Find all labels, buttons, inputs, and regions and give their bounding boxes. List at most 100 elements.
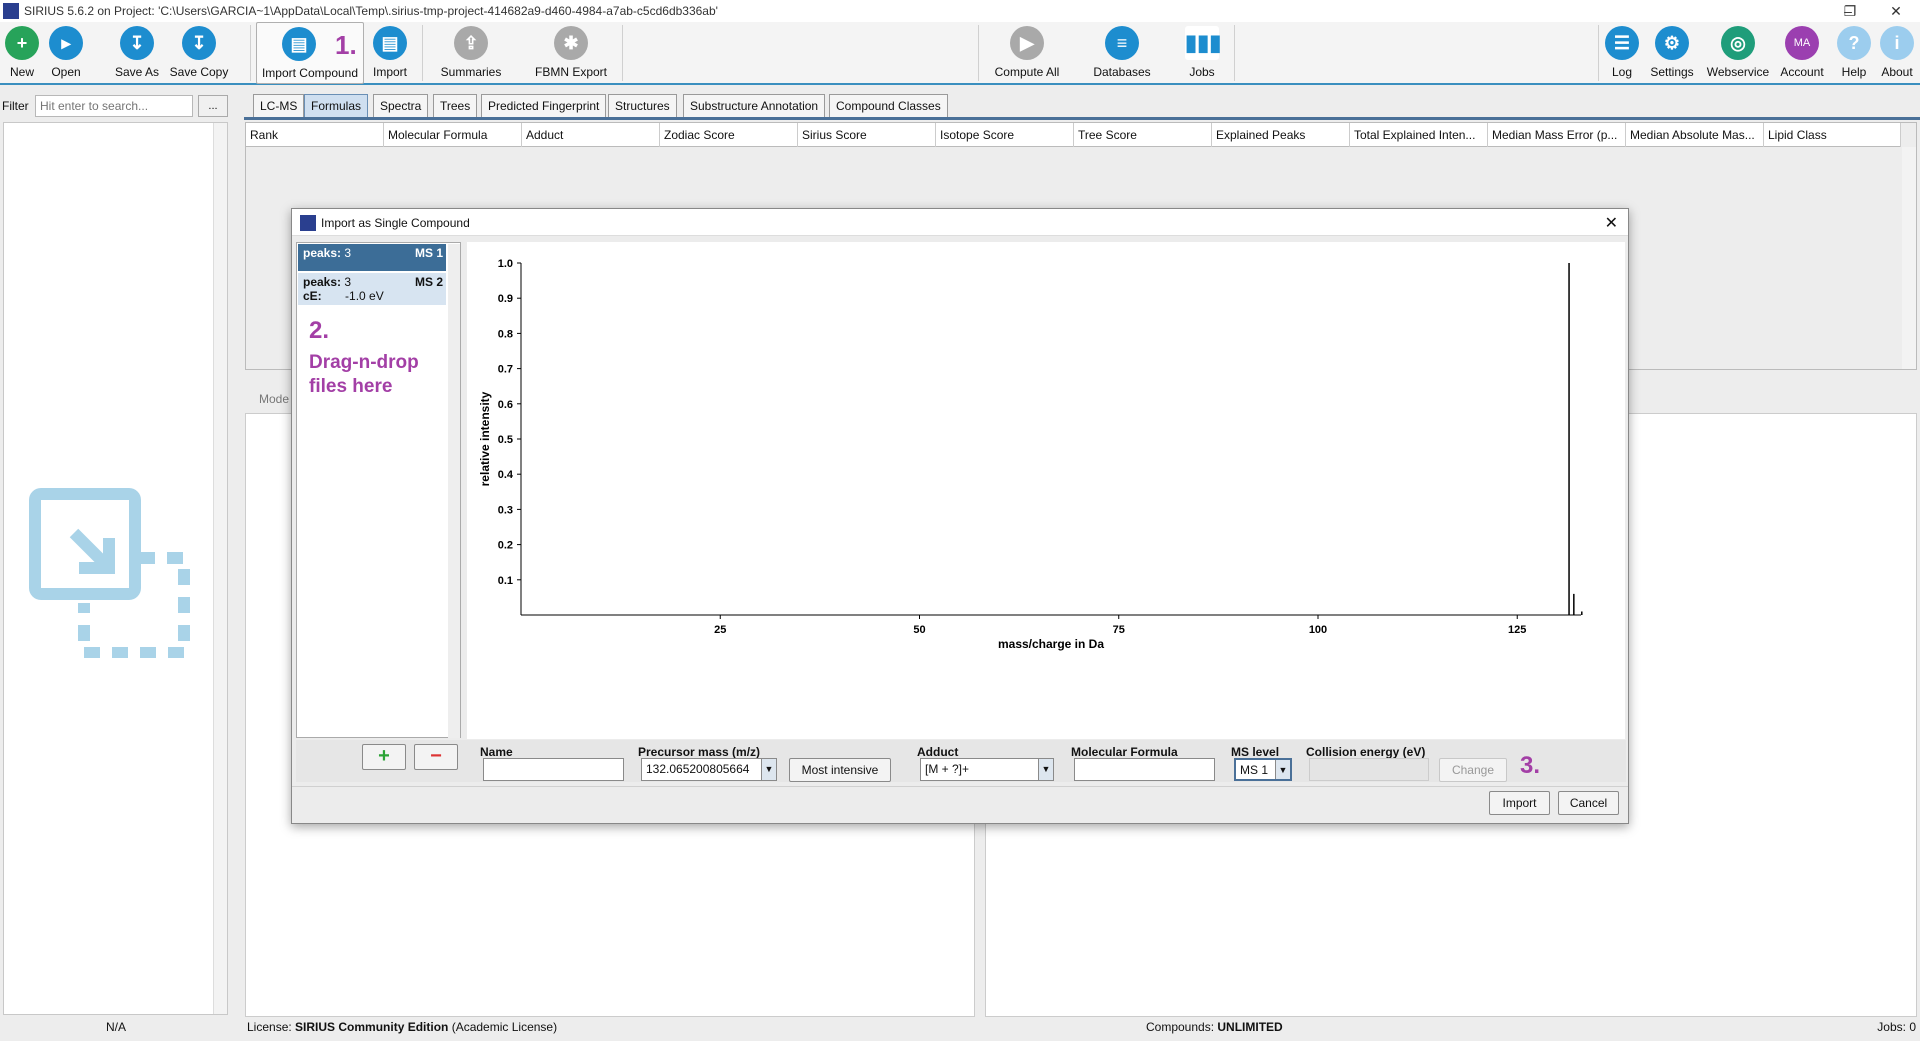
column-explained-peaks[interactable]: Explained Peaks bbox=[1212, 123, 1350, 147]
tab-spectra[interactable]: Spectra bbox=[373, 94, 429, 118]
jobs-icon: ▮▮▮ bbox=[1185, 26, 1221, 60]
summaries-button[interactable]: ⇪ Summaries bbox=[434, 22, 508, 84]
compound-form: Name Precursor mass (m/z) 132.0652008056… bbox=[296, 740, 1626, 782]
spectra-list-scrollbar[interactable] bbox=[448, 244, 460, 738]
filter-label: Filter bbox=[2, 99, 29, 113]
ms-level-label: MS level bbox=[1231, 745, 1280, 759]
jobs-button[interactable]: ▮▮▮ Jobs bbox=[1178, 22, 1226, 84]
x-axis-label: mass/charge in Da bbox=[998, 637, 1104, 651]
column-total-explained-intensity[interactable]: Total Explained Inten... bbox=[1350, 123, 1488, 147]
molecular-formula-label: Molecular Formula bbox=[1071, 745, 1178, 759]
dialog-titlebar: Import as Single Compound ✕ bbox=[292, 209, 1628, 236]
column-sirius-score[interactable]: Sirius Score bbox=[798, 123, 936, 147]
column-adduct[interactable]: Adduct bbox=[522, 123, 660, 147]
settings-button[interactable]: ⚙ Settings bbox=[1646, 22, 1698, 84]
x-tick-label: 75 bbox=[1113, 624, 1125, 636]
y-tick-label: 0.4 bbox=[498, 469, 514, 481]
new-project-icon: + bbox=[5, 26, 39, 60]
account-button[interactable]: MA Account bbox=[1774, 22, 1830, 84]
license-status: License: SIRIUS Community Edition (Acade… bbox=[247, 1020, 558, 1034]
list-item[interactable]: peaks: 3 MS 2 cE: -1.0 eV bbox=[298, 273, 446, 305]
y-tick-label: 0.3 bbox=[498, 504, 513, 516]
tab-formulas[interactable]: Formulas bbox=[304, 94, 369, 118]
play-icon: ▶ bbox=[1010, 26, 1044, 60]
column-lipid-class[interactable]: Lipid Class bbox=[1764, 123, 1901, 147]
compound-list[interactable] bbox=[3, 122, 228, 1015]
network-globe-icon: ◎ bbox=[1721, 26, 1755, 60]
sirius-logo-icon bbox=[3, 3, 19, 19]
database-icon: ≡ bbox=[1105, 26, 1139, 60]
adduct-select[interactable]: [M + ?]+ ▼ bbox=[920, 758, 1054, 781]
spectra-list[interactable]: peaks: 3 MS 1 peaks: 3 MS 2 cE: -1.0 eV … bbox=[296, 242, 461, 738]
column-rank[interactable]: Rank bbox=[246, 123, 384, 147]
info-icon: i bbox=[1880, 26, 1914, 60]
adduct-label: Adduct bbox=[917, 745, 959, 759]
table-scrollbar[interactable] bbox=[1902, 147, 1916, 369]
import-button[interactable]: Import bbox=[1489, 791, 1550, 815]
change-button: Change bbox=[1439, 758, 1507, 782]
tab-trees[interactable]: Trees bbox=[433, 94, 478, 118]
chevron-down-icon[interactable]: ▼ bbox=[1038, 759, 1053, 780]
save-copy-button[interactable]: ↧ Save Copy bbox=[166, 22, 232, 84]
precursor-mass-combobox[interactable]: 132.065200805664 ▼ bbox=[641, 758, 777, 781]
window-title: SIRIUS 5.6.2 on Project: 'C:\Users\GARCI… bbox=[24, 4, 718, 18]
remove-spectrum-button[interactable]: − bbox=[414, 744, 458, 770]
webservice-button[interactable]: ◎ Webservice bbox=[1704, 22, 1772, 84]
sirius-logo-icon bbox=[300, 215, 316, 231]
compute-all-button[interactable]: ▶ Compute All bbox=[986, 22, 1068, 84]
databases-button[interactable]: ≡ Databases bbox=[1088, 22, 1156, 84]
molecular-formula-field[interactable] bbox=[1074, 758, 1215, 781]
list-item[interactable]: peaks: 3 MS 1 bbox=[298, 244, 446, 271]
filter-search-input[interactable] bbox=[35, 95, 193, 117]
x-tick-label: 50 bbox=[913, 624, 925, 636]
name-field[interactable] bbox=[483, 758, 624, 781]
chevron-down-icon[interactable]: ▼ bbox=[761, 759, 776, 780]
y-tick-label: 0.5 bbox=[498, 434, 513, 446]
help-button[interactable]: ? Help bbox=[1834, 22, 1874, 84]
tab-structures[interactable]: Structures bbox=[608, 94, 677, 118]
y-axis-label: relative intensity bbox=[478, 391, 492, 486]
x-tick-label: 125 bbox=[1508, 624, 1526, 636]
column-zodiac-score[interactable]: Zodiac Score bbox=[660, 123, 798, 147]
tab-predicted-fingerprint[interactable]: Predicted Fingerprint bbox=[481, 94, 607, 118]
avatar: MA bbox=[1785, 26, 1819, 60]
column-molecular-formula[interactable]: Molecular Formula bbox=[384, 123, 522, 147]
y-tick-label: 0.2 bbox=[498, 540, 513, 552]
column-isotope-score[interactable]: Isotope Score bbox=[936, 123, 1074, 147]
close-icon[interactable]: ✕ bbox=[1605, 213, 1618, 233]
import-compound-icon: ▤ bbox=[282, 27, 316, 61]
tab-substructure-annotation[interactable]: Substructure Annotation bbox=[683, 94, 826, 118]
left-status-text: N/A bbox=[105, 1020, 126, 1034]
window-titlebar: SIRIUS 5.6.2 on Project: 'C:\Users\GARCI… bbox=[0, 0, 1920, 22]
import-file-icon: ▤ bbox=[373, 26, 407, 60]
tab-compound-classes[interactable]: Compound Classes bbox=[829, 94, 948, 118]
column-tree-score[interactable]: Tree Score bbox=[1074, 123, 1212, 147]
network-export-icon: ✱ bbox=[554, 26, 588, 60]
open-button[interactable]: ▸ Open bbox=[44, 22, 88, 84]
new-button[interactable]: + New bbox=[2, 22, 42, 84]
step-1-annotation: 1. bbox=[335, 30, 357, 60]
about-button[interactable]: i About bbox=[1876, 22, 1918, 84]
save-copy-icon: ↧ bbox=[182, 26, 216, 60]
maximize-button[interactable]: ❐ bbox=[1830, 2, 1870, 20]
mode-label: Mode bbox=[259, 392, 290, 406]
y-tick-label: 0.1 bbox=[498, 575, 513, 587]
ms-level-select[interactable]: MS 1 ▼ bbox=[1234, 758, 1292, 781]
filter-options-button[interactable]: ... bbox=[198, 95, 228, 117]
collision-energy-label: Collision energy (eV) bbox=[1306, 745, 1426, 759]
log-button[interactable]: ☰ Log bbox=[1604, 22, 1640, 84]
cancel-button[interactable]: Cancel bbox=[1558, 791, 1619, 815]
fbmn-export-button[interactable]: ✱ FBMN Export bbox=[532, 22, 610, 84]
import-button[interactable]: ▤ Import bbox=[366, 22, 414, 84]
clipboard-log-icon: ☰ bbox=[1605, 26, 1639, 60]
add-spectrum-button[interactable]: + bbox=[362, 744, 406, 770]
compound-list-scrollbar[interactable] bbox=[213, 123, 227, 1014]
column-median-mass-error[interactable]: Median Mass Error (p... bbox=[1488, 123, 1626, 147]
tab-lc-ms[interactable]: LC-MS bbox=[253, 94, 305, 118]
chevron-down-icon[interactable]: ▼ bbox=[1275, 760, 1290, 779]
most-intensive-button[interactable]: Most intensive bbox=[789, 758, 891, 782]
close-window-button[interactable]: ✕ bbox=[1876, 2, 1916, 20]
column-median-absolute-mass-error[interactable]: Median Absolute Mas... bbox=[1626, 123, 1764, 147]
save-as-button[interactable]: ↧ Save As bbox=[110, 22, 164, 84]
collision-energy-field bbox=[1309, 758, 1429, 781]
